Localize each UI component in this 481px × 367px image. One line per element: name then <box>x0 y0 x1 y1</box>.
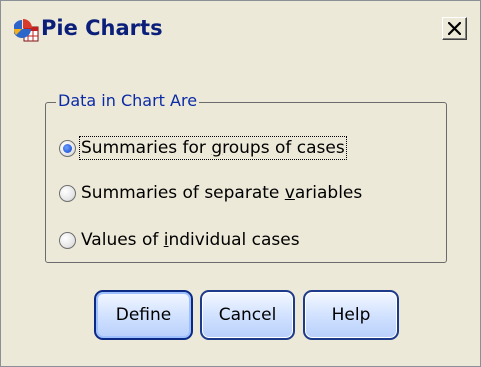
radio-label: Values of individual cases <box>81 230 300 250</box>
radio-button-icon[interactable] <box>59 139 76 157</box>
radio-label: Summaries for groups of cases <box>79 136 347 160</box>
radio-label-text: Summaries of separate <box>81 183 285 203</box>
radio-label-mnemonic: v <box>284 183 295 203</box>
radio-label-text: ariables <box>294 183 363 203</box>
radio-individual-cases[interactable]: Values of individual cases <box>59 227 300 253</box>
window-title: Pie Charts <box>41 16 163 40</box>
define-button[interactable]: Define <box>94 290 193 340</box>
close-button[interactable] <box>442 17 467 40</box>
radio-button-icon[interactable] <box>59 231 76 249</box>
close-x-icon <box>448 22 461 35</box>
help-button[interactable]: Help <box>303 290 399 340</box>
radio-button-icon[interactable] <box>59 184 76 202</box>
radio-label-mnemonic: g <box>211 138 223 158</box>
radio-summaries-groups[interactable]: Summaries for groups of cases <box>59 135 347 161</box>
radio-label-text: ndividual cases <box>168 230 300 250</box>
title-bar[interactable]: Pie Charts <box>1 1 480 57</box>
radio-label-text: roups of cases <box>222 138 345 158</box>
radio-label: Summaries of separate variables <box>81 183 362 203</box>
radio-summaries-variables[interactable]: Summaries of separate variables <box>59 180 362 206</box>
chart-app-icon <box>13 18 40 42</box>
pie-charts-dialog: Pie Charts Data in Chart Are Summaries f… <box>0 0 481 367</box>
group-legend: Data in Chart Are <box>56 91 200 110</box>
radio-label-text: Values of <box>81 230 164 250</box>
radio-label-text: Summaries for <box>81 138 212 158</box>
cancel-button[interactable]: Cancel <box>200 290 295 340</box>
